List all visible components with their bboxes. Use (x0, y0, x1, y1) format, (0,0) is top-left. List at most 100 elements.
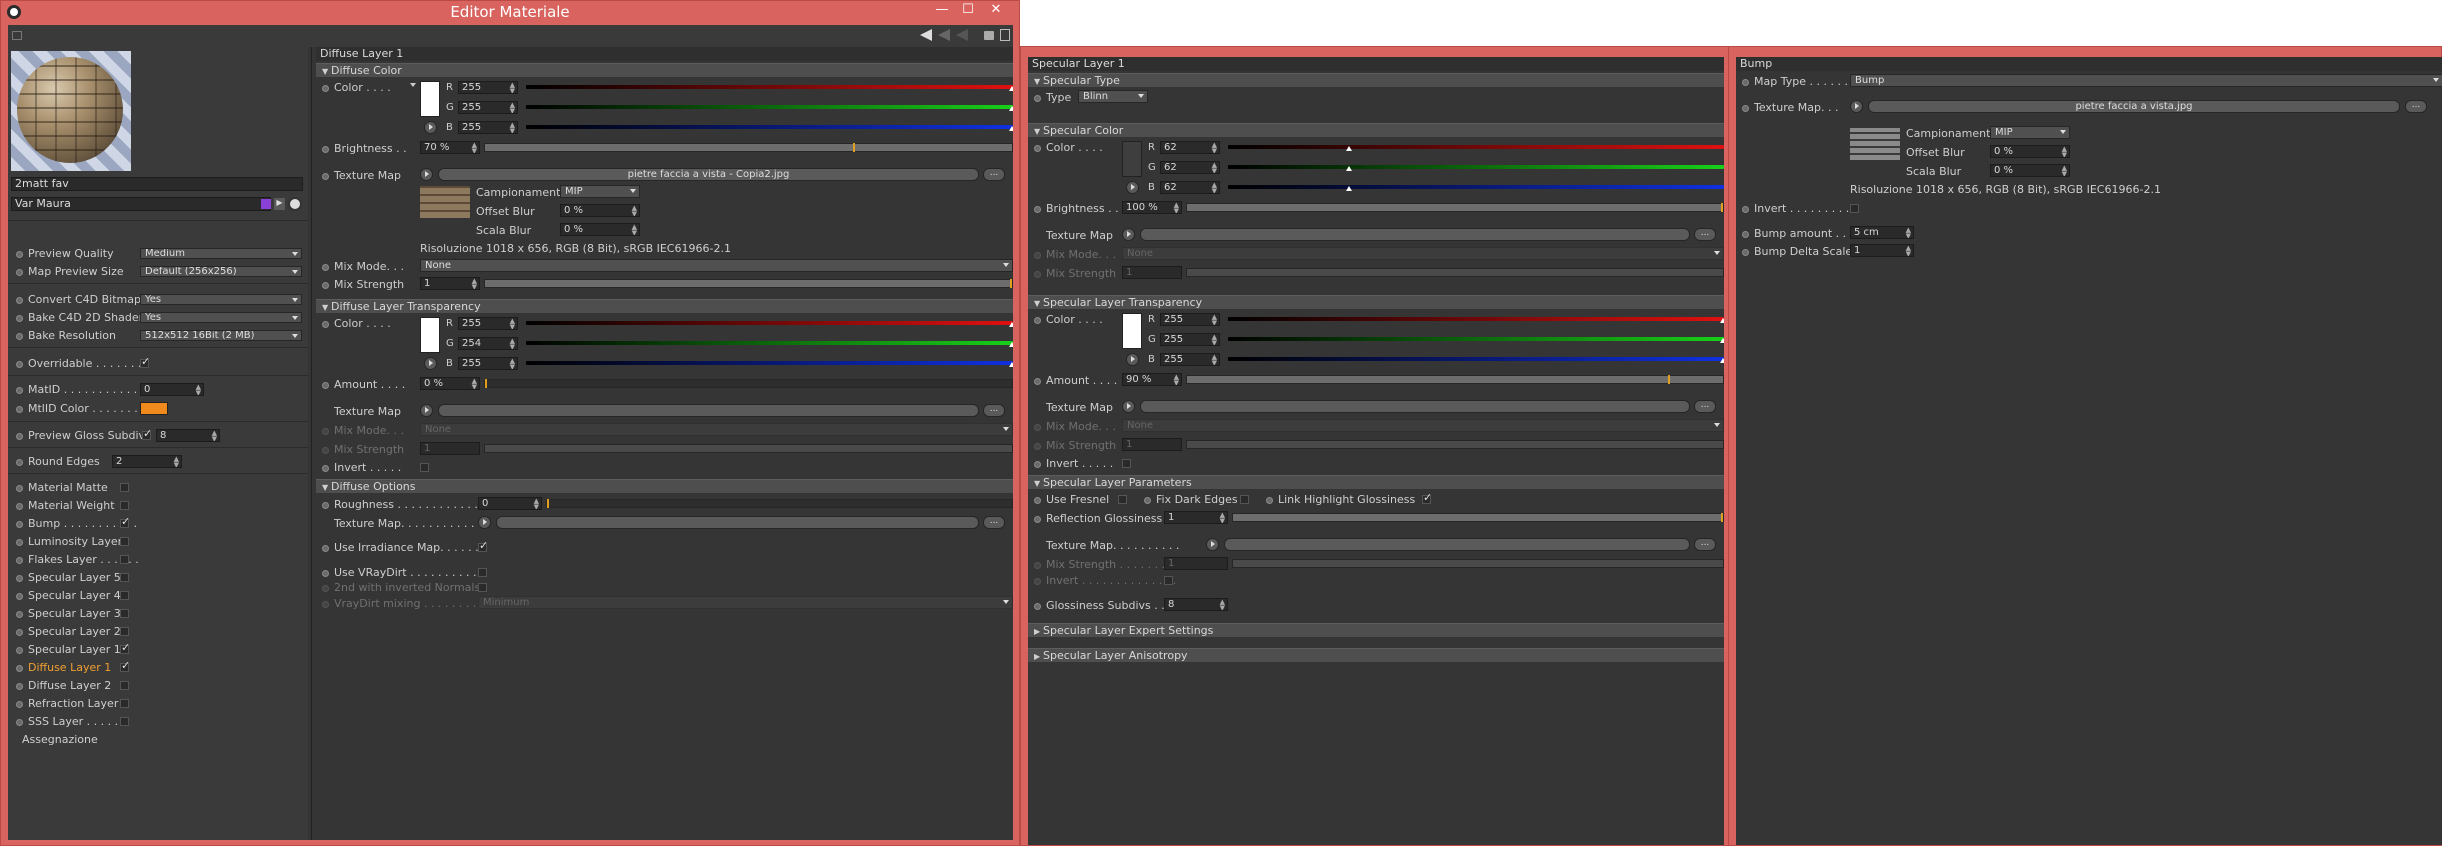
layer-item[interactable]: Specular Layer 1 (16, 643, 121, 656)
link-gloss-checkbox[interactable] (1422, 491, 1432, 504)
amount-field[interactable]: 0 % ▲ ▼ (420, 377, 480, 390)
animation-dot-icon[interactable] (16, 297, 23, 304)
s-texture-file-path[interactable] (1140, 228, 1690, 241)
animation-dot-icon[interactable] (16, 521, 23, 528)
fix-dark-edges-checkbox[interactable] (1240, 495, 1249, 504)
texture-file-path[interactable]: pietre faccia a vista - Copia2.jpg (438, 168, 979, 181)
s-red-field[interactable]: 62 ▲ ▼ (1160, 141, 1220, 154)
animation-dot-icon[interactable] (16, 387, 23, 394)
animation-dot-icon[interactable] (1034, 317, 1041, 324)
material-var-field[interactable]: Var Maura (11, 197, 271, 211)
animation-dot-icon[interactable] (322, 146, 329, 153)
layer-checkbox[interactable] (120, 609, 129, 618)
s-blue-field[interactable]: 62 ▲ ▼ (1160, 181, 1220, 194)
animation-dot-icon[interactable] (16, 485, 23, 492)
matid-field[interactable]: 0 ▲ ▼ (140, 383, 204, 396)
s-brightness-field[interactable]: 100 % ▲ ▼ (1122, 201, 1182, 214)
animation-dot-icon[interactable] (16, 647, 23, 654)
animation-dot-icon[interactable] (16, 611, 23, 618)
t-blue-field[interactable]: 255 ▲ ▼ (458, 357, 518, 370)
t-green-field[interactable]: 254 ▲ ▼ (458, 337, 518, 350)
specular-transparency-section[interactable]: ▼ Specular Layer Transparency (1028, 295, 1724, 309)
animation-dot-icon[interactable] (16, 719, 23, 726)
layer-item[interactable]: Bump . . . . . . . . . . . (16, 517, 137, 530)
layer-checkbox[interactable] (120, 501, 129, 510)
animation-dot-icon[interactable] (1034, 603, 1041, 610)
layer-checkbox[interactable] (120, 681, 129, 690)
preview-quality-dropdown[interactable]: Medium (140, 248, 302, 259)
bake-shaders-dropdown[interactable]: Yes (140, 312, 302, 323)
diffuse-color-swatch[interactable] (420, 81, 440, 117)
t-red-field[interactable]: 255 ▲ ▼ (458, 317, 518, 330)
animation-dot-icon[interactable] (16, 333, 23, 340)
specular-type-section[interactable]: ▼ Specular Type (1028, 73, 1724, 87)
amount-bar[interactable] (484, 379, 1013, 388)
s-red-slider[interactable] (1228, 145, 1724, 151)
sidebar-splitter[interactable] (311, 47, 312, 840)
blue-slider[interactable] (526, 125, 1013, 131)
specular-color-section[interactable]: ▼ Specular Color (1028, 123, 1724, 137)
layer-item[interactable]: Luminosity Layer (16, 535, 122, 548)
up-arrow-icon[interactable] (956, 29, 968, 41)
layer-checkbox[interactable] (120, 717, 129, 726)
animation-dot-icon[interactable] (16, 269, 23, 276)
title-bar[interactable]: Editor Materiale — ☐ ✕ (1, 1, 1019, 25)
animation-dot-icon[interactable] (16, 433, 23, 440)
layer-checkbox[interactable] (120, 573, 129, 582)
round-edges-field[interactable]: 2 ▲ ▼ (112, 455, 182, 468)
material-preview[interactable] (11, 51, 131, 171)
vraydirt-checkbox[interactable] (478, 568, 487, 577)
layer-item[interactable]: Specular Layer 5 (16, 571, 121, 584)
color-play-icon[interactable] (424, 121, 437, 134)
animation-dot-icon[interactable] (1034, 378, 1041, 385)
specular-color-swatch[interactable] (1122, 141, 1142, 177)
t-color-play-icon[interactable] (424, 357, 437, 370)
b-texture-file-path[interactable]: pietre faccia a vista.jpg (1868, 100, 2400, 113)
s-green-field[interactable]: 62 ▲ ▼ (1160, 161, 1220, 174)
st-blue-field[interactable]: 255 ▲ ▼ (1160, 353, 1220, 366)
red-field[interactable]: 255 ▲ ▼ (458, 81, 518, 94)
st-texture-more-button[interactable]: ... (1694, 400, 1716, 413)
layer-item[interactable]: Material Weight (16, 499, 115, 512)
layer-checkbox[interactable] (120, 641, 130, 654)
layer-checkbox[interactable] (120, 591, 129, 600)
convert-bitmaps-dropdown[interactable]: Yes (140, 294, 302, 305)
map-type-dropdown[interactable]: Bump (1850, 74, 2442, 87)
brightness-field[interactable]: 70 % ▲ ▼ (420, 141, 480, 154)
layer-checkbox[interactable] (120, 515, 130, 528)
overridable-checkbox[interactable] (140, 355, 150, 368)
b-invert-checkbox[interactable] (1850, 204, 1859, 213)
st-texture-file-path[interactable] (1140, 400, 1690, 413)
mix-mode-dropdown[interactable]: None (420, 259, 1013, 272)
animation-dot-icon[interactable] (16, 406, 23, 413)
irradiance-checkbox[interactable] (478, 539, 488, 552)
layer-item[interactable]: Material Matte (16, 481, 108, 494)
offset-blur-field[interactable]: 0 % ▲ ▼ (560, 204, 640, 217)
map-preview-size-dropdown[interactable]: Default (256x256) (140, 266, 302, 277)
animation-dot-icon[interactable] (322, 465, 329, 472)
maximize-icon[interactable]: ☐ (957, 2, 979, 17)
animation-dot-icon[interactable] (16, 539, 23, 546)
animation-dot-icon[interactable] (16, 361, 23, 368)
green-field[interactable]: 255 ▲ ▼ (458, 101, 518, 114)
animation-dot-icon[interactable] (16, 459, 23, 466)
layer-item[interactable]: SSS Layer . . . . . . (16, 715, 125, 728)
var-color-swatch[interactable] (261, 199, 271, 209)
specular-expert-section[interactable]: ▶ Specular Layer Expert Settings (1028, 623, 1724, 637)
forward-arrow-icon[interactable] (938, 29, 950, 41)
bump-amount-field[interactable]: 5 cm ▲ ▼ (1850, 226, 1914, 239)
t-texture-more-button[interactable]: ... (983, 404, 1005, 417)
assignment-item[interactable]: Assegnazione (22, 733, 98, 746)
preview-gloss-field[interactable]: 8 ▲ ▼ (156, 429, 220, 442)
grid-icon[interactable] (12, 31, 22, 40)
layer-item[interactable]: Refraction Layer (16, 697, 118, 710)
bump-delta-field[interactable]: 1 ▲ ▼ (1850, 244, 1914, 257)
animation-dot-icon[interactable] (322, 570, 329, 577)
animation-dot-icon[interactable] (1742, 79, 1749, 86)
b-sampling-dropdown[interactable]: MIP (1990, 126, 2070, 139)
animation-dot-icon[interactable] (16, 665, 23, 672)
mtlid-color-swatch[interactable] (140, 402, 168, 415)
animation-dot-icon[interactable] (1144, 497, 1151, 504)
b-offset-blur-field[interactable]: 0 % ▲ ▼ (1990, 145, 2070, 158)
layer-checkbox[interactable] (120, 627, 129, 636)
